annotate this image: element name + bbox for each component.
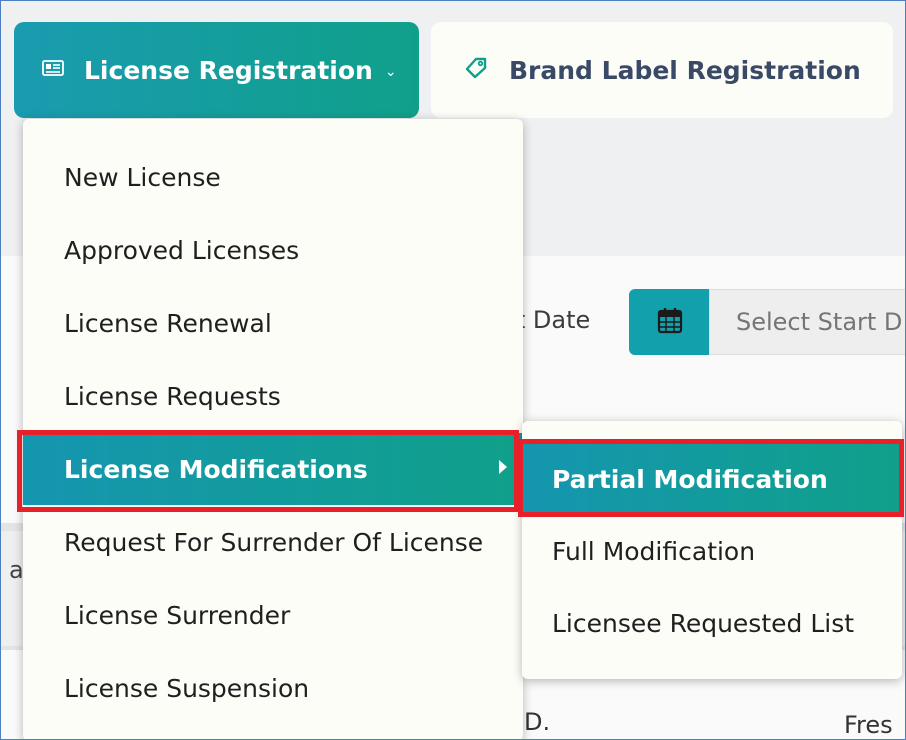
- start-date-input[interactable]: [709, 289, 905, 355]
- menu-item-license-surrender[interactable]: License Surrender: [23, 579, 523, 651]
- calendar-icon: [657, 306, 683, 338]
- submenu-item-label: Partial Modification: [552, 464, 828, 494]
- menu-item-label: License Surrender: [64, 600, 291, 630]
- menu-item-license-modifications[interactable]: License Modifications: [23, 433, 523, 505]
- background-text-fragment: a: [9, 556, 24, 584]
- menu-item-label: License Requests: [64, 381, 281, 411]
- menu-item-label: Request For Surrender Of License: [64, 527, 484, 557]
- menu-item-request-surrender[interactable]: Request For Surrender Of License: [23, 506, 523, 578]
- menu-item-label: Approved Licenses: [64, 235, 300, 265]
- menu-item-label: License Modifications: [64, 454, 368, 484]
- menu-item-label: License Renewal: [64, 308, 272, 338]
- menu-item-license-renewal[interactable]: License Renewal: [23, 287, 523, 359]
- caret-right-icon: [499, 460, 507, 474]
- chevron-down-icon: ⌄: [384, 64, 397, 80]
- menu-item-new-license[interactable]: New License: [23, 141, 523, 213]
- page-frame: License Registration ⌄ Brand Label Regis…: [0, 0, 906, 740]
- tab-license-registration[interactable]: License Registration ⌄: [14, 22, 419, 118]
- background-text-fragment: D.: [524, 708, 551, 736]
- menu-item-license-requests[interactable]: License Requests: [23, 360, 523, 432]
- id-card-icon: [42, 59, 64, 81]
- menu-item-label: New License: [64, 162, 221, 192]
- submenu-item-full-modification[interactable]: Full Modification: [522, 515, 902, 587]
- submenu-item-label: Licensee Requested List: [552, 608, 855, 638]
- background-text-fragment: Fres: [844, 711, 893, 739]
- submenu-item-licensee-requested-list[interactable]: Licensee Requested List: [522, 587, 902, 659]
- tag-icon: [463, 55, 489, 85]
- submenu-item-label: Full Modification: [552, 536, 756, 566]
- menu-item-license-suspension[interactable]: License Suspension: [23, 652, 523, 724]
- tab-brand-label-registration-label: Brand Label Registration: [509, 55, 861, 85]
- tab-license-registration-label: License Registration: [84, 55, 373, 85]
- license-dropdown-menu: New License Approved Licenses License Re…: [23, 119, 523, 739]
- menu-item-approved-licenses[interactable]: Approved Licenses: [23, 214, 523, 286]
- calendar-button[interactable]: [629, 289, 711, 355]
- license-modifications-submenu: Partial Modification Full Modification L…: [522, 421, 902, 679]
- submenu-item-partial-modification[interactable]: Partial Modification: [522, 443, 902, 515]
- menu-item-label: License Suspension: [64, 673, 310, 703]
- tab-brand-label-registration[interactable]: Brand Label Registration: [431, 22, 893, 118]
